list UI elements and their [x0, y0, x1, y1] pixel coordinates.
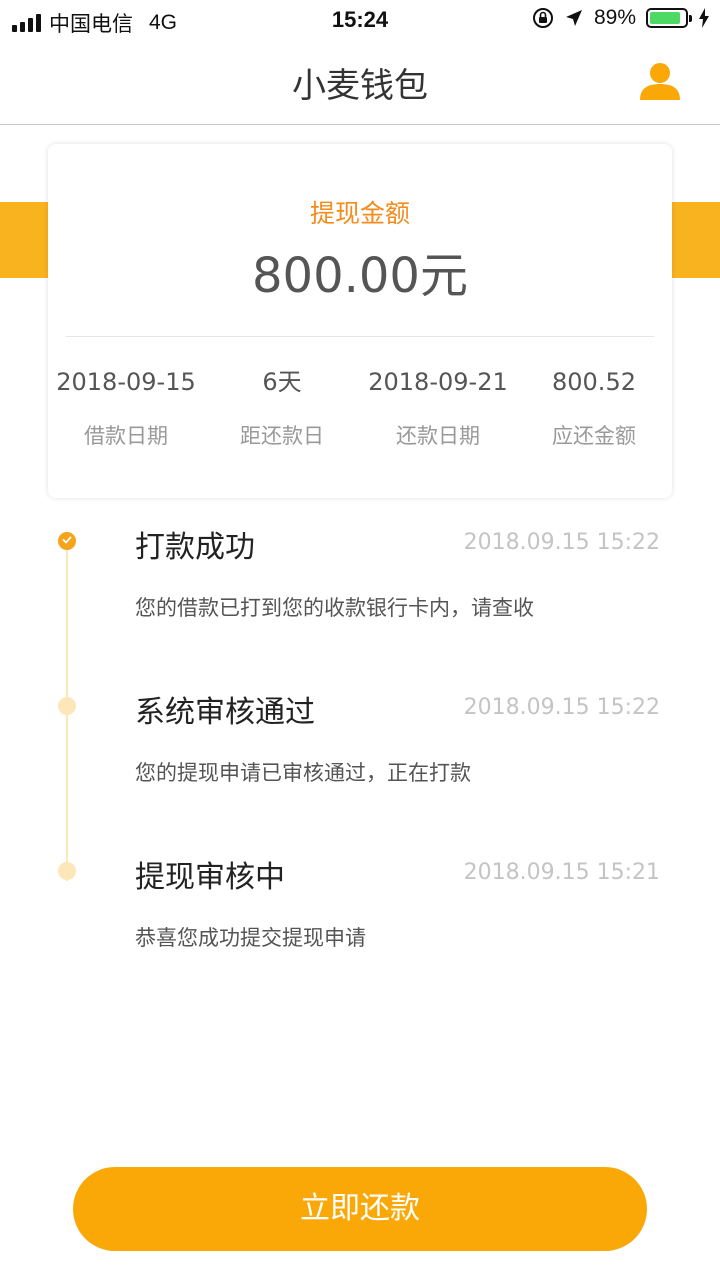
location-arrow-icon	[565, 10, 582, 26]
timeline-time: 2018.09.15 15:21	[463, 860, 660, 885]
battery-percent: 89%	[593, 6, 636, 29]
stat-loan-date: 2018-09-15 借款日期	[48, 366, 204, 452]
nav-bar: 小麦钱包	[0, 40, 720, 125]
stat-value: 800.52	[552, 368, 636, 396]
battery-fill	[650, 12, 680, 24]
timeline-dot-active	[58, 532, 76, 550]
timeline-item: 打款成功 2018.09.15 15:22 您的借款已打到您的收款银行卡内，请查…	[0, 518, 720, 668]
timeline-dot	[58, 697, 76, 715]
battery-icon	[646, 8, 692, 28]
orientation-lock-icon	[532, 8, 553, 28]
user-button[interactable]	[638, 60, 682, 104]
decor-bar-left	[0, 202, 48, 278]
stat-label: 借款日期	[84, 424, 168, 448]
charging-bolt-icon	[699, 8, 709, 28]
stat-value: 6天	[262, 368, 302, 396]
timeline-desc: 恭喜您成功提交提现申请	[135, 926, 366, 950]
timeline-desc: 您的提现申请已审核通过，正在打款	[135, 761, 471, 785]
withdraw-amount-label: 提现金额	[309, 199, 410, 228]
repay-now-button[interactable]: 立即还款	[73, 1167, 647, 1251]
stat-label: 应还金额	[552, 424, 636, 448]
page-title: 小麦钱包	[292, 66, 428, 106]
status-bar: 中国电信 4G 15:24 89%	[0, 0, 720, 40]
decor-bar-right	[672, 202, 720, 278]
timeline-title: 打款成功	[135, 530, 255, 565]
stat-value: 2018-09-15	[56, 368, 196, 396]
card-divider	[66, 336, 654, 337]
stat-value: 2018-09-21	[368, 368, 508, 396]
stat-label: 还款日期	[396, 424, 480, 448]
timeline-dot	[58, 862, 76, 880]
timeline-title: 提现审核中	[135, 860, 285, 895]
loan-stats: 2018-09-15 借款日期 6天 距还款日 2018-09-21 还款日期 …	[48, 366, 672, 466]
timeline-time: 2018.09.15 15:22	[463, 695, 660, 720]
status-right: 89%	[532, 6, 710, 30]
timeline-desc: 您的借款已打到您的收款银行卡内，请查收	[135, 596, 534, 620]
timeline-title: 系统审核通过	[135, 695, 315, 730]
timeline-item: 系统审核通过 2018.09.15 15:22 您的提现申请已审核通过，正在打款	[0, 683, 720, 833]
timeline-item: 提现审核中 2018.09.15 15:21 恭喜您成功提交提现申请	[0, 848, 720, 998]
withdraw-amount: 800.00元	[252, 248, 468, 304]
withdraw-summary-card: 提现金额 800.00元 2018-09-15 借款日期 6天 距还款日 201…	[48, 144, 672, 498]
stat-repay-date: 2018-09-21 还款日期	[360, 366, 516, 452]
timeline-time: 2018.09.15 15:22	[463, 530, 660, 555]
battery-cap	[689, 15, 692, 22]
stat-days-to-repay: 6天 距还款日	[204, 366, 360, 452]
user-icon	[640, 63, 680, 100]
check-icon	[62, 536, 72, 544]
stat-amount-due: 800.52 应还金额	[516, 366, 672, 452]
stat-label: 距还款日	[240, 424, 324, 448]
